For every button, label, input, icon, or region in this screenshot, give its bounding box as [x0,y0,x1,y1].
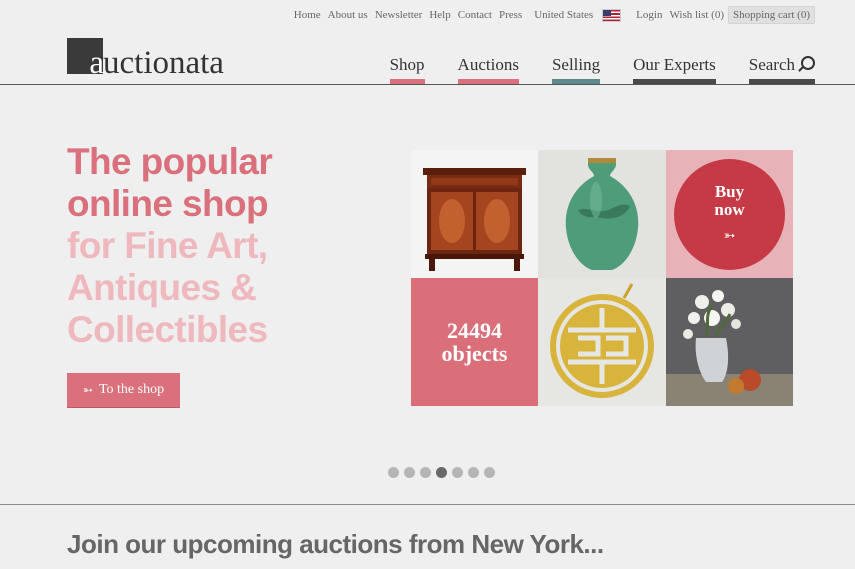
vase-illustration [538,150,666,278]
nav-search[interactable]: Search [748,55,815,86]
nav-shop-label: Shop [389,55,425,74]
us-flag-icon[interactable] [602,8,622,22]
contact-link[interactable]: Contact [458,9,492,21]
headline-line-3: for Fine Art, [67,225,268,266]
utility-bar: Home About us Newsletter Help Contact Pr… [287,6,815,24]
carousel-pagination [388,467,495,478]
hero-headline: The popular online shop for Fine Art, An… [67,141,347,351]
home-link[interactable]: Home [294,9,321,21]
nav-search-label: Search [748,55,795,74]
site-logo[interactable]: a uctionata [67,38,224,80]
upcoming-auctions-heading: Join our upcoming auctions from New York… [67,529,604,559]
search-icon [801,56,815,70]
carousel-dot[interactable] [468,467,479,478]
main-nav: Shop Auctions Selling Our Experts Search [357,55,815,86]
newsletter-link[interactable]: Newsletter [375,9,423,21]
object-count-tile[interactable]: 24494 objects [411,278,538,406]
nav-auctions[interactable]: Auctions [457,55,519,86]
to-the-shop-label: To the shop [98,382,165,397]
buy-label-2: now [714,200,745,219]
object-count-label: objects [441,341,508,366]
carousel-dot[interactable] [404,467,415,478]
featured-grid: Buy now ➳ 24494 objects [411,150,793,406]
headline-line-5: Collectibles [67,309,268,350]
logo-letter: a [89,45,104,81]
nav-selling[interactable]: Selling [551,55,601,86]
painting-image[interactable] [666,278,793,406]
section-divider [0,504,855,505]
to-the-shop-button[interactable]: ➳ To the shop [67,373,180,407]
nav-auctions-label: Auctions [457,55,519,74]
buy-label-1: Buy [714,182,745,201]
carousel-dot[interactable] [452,467,463,478]
wishlist-link[interactable]: Wish list (0) [669,9,724,21]
press-link[interactable]: Press [499,9,522,21]
logo-wordmark: uctionata [103,45,224,81]
arrow-right-icon: ➳ [82,383,93,397]
carousel-dot[interactable] [420,467,431,478]
nav-experts[interactable]: Our Experts [633,55,716,86]
object-count-number: 24494 [447,318,502,343]
nav-shop[interactable]: Shop [389,55,425,86]
headline-line-4: Antiques & [67,267,257,308]
country-selector[interactable]: United States [534,9,593,21]
pendant-illustration [538,278,666,406]
vase-image[interactable] [538,150,666,278]
nav-selling-label: Selling [551,55,601,74]
headline-line-1: The popular [67,141,273,182]
carousel-dot-active[interactable] [436,467,447,478]
about-link[interactable]: About us [328,9,368,21]
help-link[interactable]: Help [429,9,450,21]
logo-mark: a [67,38,104,80]
headline-line-2: online shop [67,183,269,224]
buy-now-tile[interactable]: Buy now ➳ [666,150,793,278]
header-divider [0,84,855,85]
carousel-dot[interactable] [484,467,495,478]
buy-now-button[interactable]: Buy now ➳ [674,158,785,270]
shopping-cart-link[interactable]: Shopping cart (0) [728,6,815,24]
carousel-dot[interactable] [388,467,399,478]
painting-illustration [666,278,793,406]
cabinet-illustration [423,168,526,271]
cabinet-image[interactable] [411,150,538,278]
nav-experts-label: Our Experts [633,55,716,74]
arrow-right-icon: ➳ [723,228,736,244]
login-link[interactable]: Login [636,9,662,21]
pendant-image[interactable] [538,278,666,406]
